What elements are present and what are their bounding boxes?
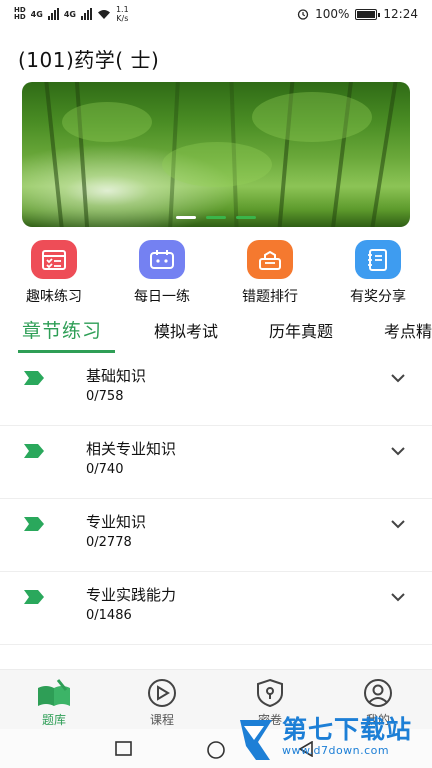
chapter-flag-icon — [24, 590, 44, 604]
signal-icon — [47, 8, 59, 20]
chapter-name: 相关专业知识 — [86, 440, 177, 458]
status-left: HD HD 4G 4G 1.1 K/s — [14, 5, 129, 23]
calendar-icon — [139, 240, 185, 279]
nav-courses[interactable]: 课程 — [108, 670, 216, 729]
network-speed: 1.1 K/s — [115, 5, 129, 23]
chevron-down-icon[interactable] — [390, 373, 406, 383]
tab-mock-exam[interactable]: 模拟考试 — [154, 318, 218, 342]
chapter-flag-icon — [24, 517, 44, 531]
quick-action-share[interactable]: 有奖分享 — [324, 240, 432, 306]
hd-badge: HD — [14, 13, 26, 21]
chevron-down-icon[interactable] — [390, 519, 406, 529]
chapter-progress: 0/758 — [86, 389, 124, 404]
quick-action-label: 有奖分享 — [350, 289, 406, 305]
chapter-flag-icon — [24, 371, 44, 385]
quick-action-label: 趣味练习 — [26, 289, 82, 305]
play-icon — [148, 679, 176, 707]
network-type: 4G — [30, 9, 43, 19]
book-icon — [38, 679, 70, 706]
alarm-icon — [297, 9, 309, 20]
chapter-flag-icon — [24, 444, 44, 458]
quick-action-daily[interactable]: 每日一练 — [108, 240, 216, 306]
quick-action-label: 每日一练 — [134, 289, 190, 305]
carousel-dot[interactable] — [176, 216, 196, 219]
quick-action-label: 错题排行 — [242, 289, 298, 305]
chevron-down-icon[interactable] — [390, 446, 406, 456]
quick-actions: 趣味练习 每日一练 错题排行 有奖分享 — [0, 240, 432, 306]
user-icon — [364, 679, 392, 707]
tab-key-points[interactable]: 考点精 — [384, 318, 432, 342]
page-title: (101)药学( 士) — [18, 48, 160, 72]
lock-shield-icon — [257, 678, 283, 708]
watermark-url: www.d7down.com — [282, 744, 390, 757]
list-icon — [31, 240, 77, 279]
banner-carousel[interactable] — [22, 82, 410, 227]
tab-past-papers[interactable]: 历年真题 — [269, 318, 333, 342]
tab-chapter-practice[interactable]: 章节练习 — [22, 316, 102, 343]
notebook-icon — [355, 240, 401, 279]
home-icon[interactable] — [206, 741, 226, 759]
hd-badges: HD HD — [14, 7, 26, 21]
chapter-name: 专业知识 — [86, 513, 147, 531]
battery-icon — [355, 8, 381, 20]
nav-question-bank[interactable]: 题库 — [0, 670, 108, 729]
chapter-progress: 0/2778 — [86, 535, 132, 550]
status-bar: HD HD 4G 4G 1.1 K/s 100% 12:24 — [0, 0, 432, 28]
clock: 12:24 — [383, 7, 418, 21]
chapter-progress: 0/740 — [86, 462, 124, 477]
watermark-logo-icon — [240, 720, 272, 760]
chapter-item[interactable]: 专业实践能力 0/1486 — [0, 572, 432, 645]
watermark-title: 第七下载站 — [282, 715, 413, 744]
signal-icon — [80, 8, 92, 20]
quick-action-wrong-ranking[interactable]: 错题排行 — [216, 240, 324, 306]
nav-label: 课程 — [149, 713, 174, 727]
wifi-icon — [97, 9, 110, 19]
chapter-name: 基础知识 — [86, 367, 147, 385]
chapter-item[interactable]: 基础知识 0/758 — [0, 353, 432, 426]
carousel-dot[interactable] — [206, 216, 226, 219]
watermark: 第七下载站 www.d7down.com — [236, 716, 412, 764]
tab-bar: 章节练习 模拟考试 历年真题 考点精 — [0, 312, 432, 356]
ranking-icon — [247, 240, 293, 279]
recent-apps-icon[interactable] — [115, 741, 133, 757]
carousel-indicator — [22, 216, 410, 219]
network-type: 4G — [63, 9, 76, 19]
chevron-down-icon[interactable] — [390, 592, 406, 602]
chapter-name: 专业实践能力 — [86, 586, 177, 604]
nav-label: 题库 — [41, 713, 66, 727]
carousel-dot[interactable] — [236, 216, 256, 219]
chapter-item[interactable]: 相关专业知识 0/740 — [0, 426, 432, 499]
quick-action-fun-practice[interactable]: 趣味练习 — [0, 240, 108, 306]
battery-percent: 100% — [315, 7, 350, 21]
chapter-progress: 0/1486 — [86, 608, 132, 623]
chapter-item[interactable]: 专业知识 0/2778 — [0, 499, 432, 572]
status-right: 100% 12:24 — [297, 7, 418, 21]
